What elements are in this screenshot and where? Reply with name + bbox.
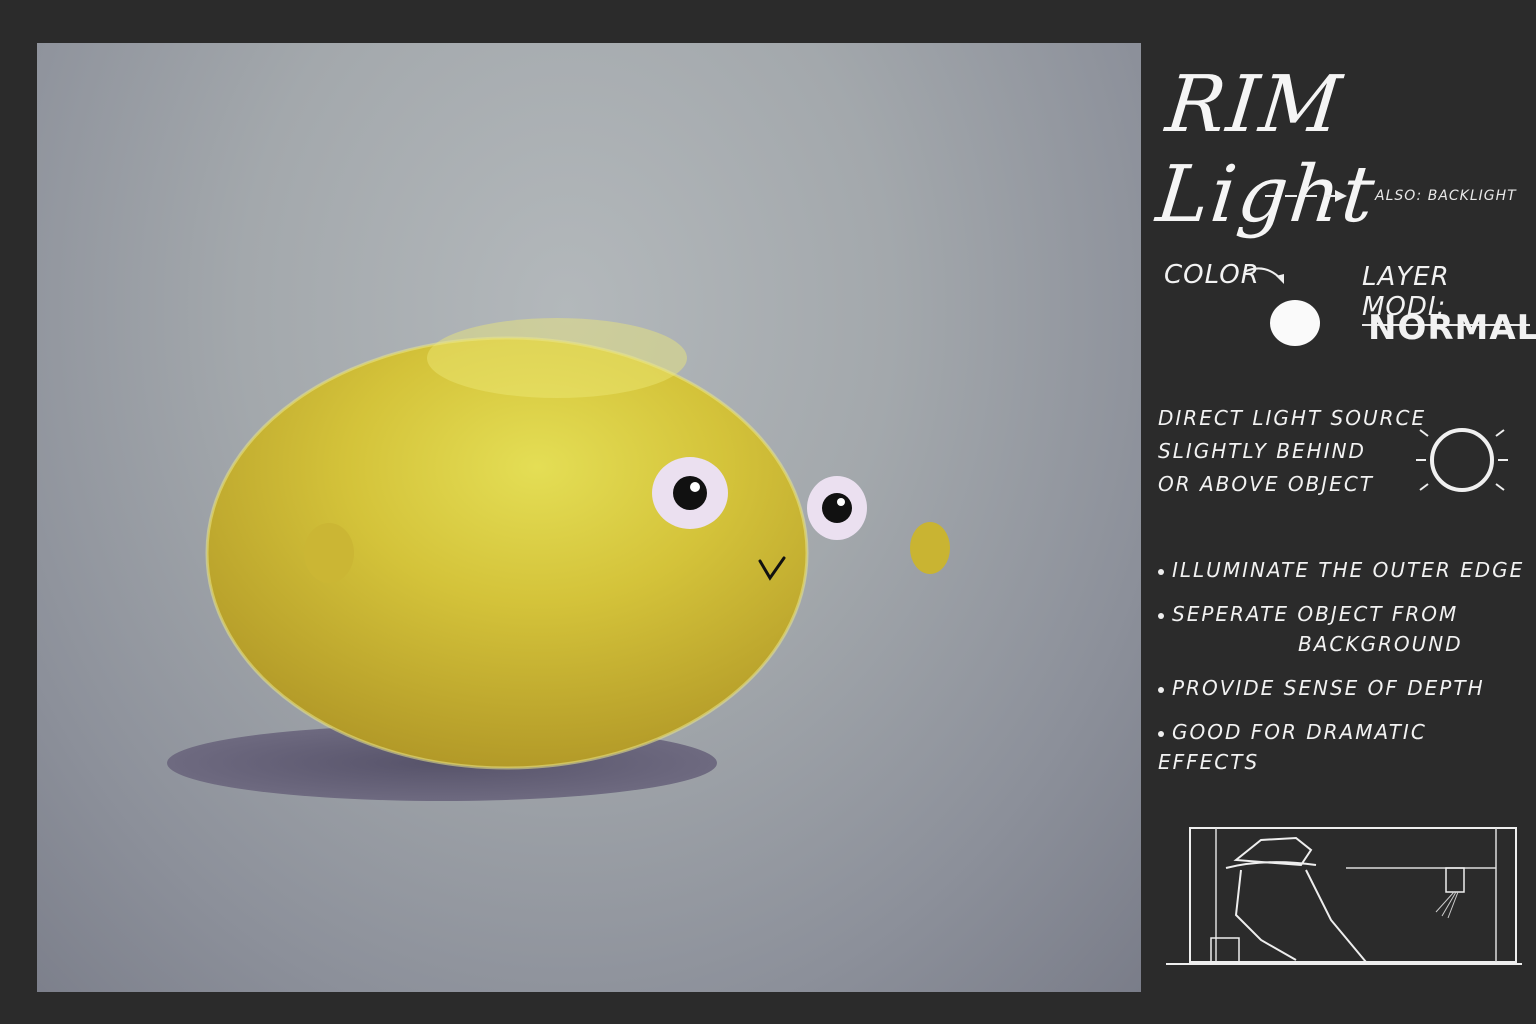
color-swatch (1270, 300, 1320, 346)
lemon-illustration (167, 318, 950, 801)
direct-light-text: DIRECT LIGHT SOURCE SLIGHTLY BEHIND OR A… (1158, 402, 1426, 501)
list-item: SEPERATE OBJECT FROM BACKGROUND (1158, 599, 1530, 659)
layer-mode-value: NORMAL (1368, 308, 1536, 348)
direct-light-line: OR ABOVE OBJECT (1158, 472, 1374, 496)
lemon-left-tip (304, 523, 354, 583)
bullet-list: ILLUMINATE THE OUTER EDGE SEPERATE OBJEC… (1158, 555, 1530, 791)
direct-light-line: SLIGHTLY BEHIND (1158, 439, 1366, 463)
direct-light-line: DIRECT LIGHT SOURCE (1158, 406, 1427, 430)
list-item: ILLUMINATE THE OUTER EDGE (1158, 555, 1530, 585)
light-source-icon (1416, 428, 1508, 492)
lemon-body (207, 338, 807, 768)
lemon-right-tip (910, 522, 950, 574)
dashed-arrow-icon (1265, 190, 1347, 202)
artwork-canvas (37, 43, 1141, 992)
curved-arrow-icon (1243, 267, 1284, 284)
subtitle: ALSO: BACKLIGHT (1375, 188, 1517, 204)
notes-panel: RIM Light ALSO: BACKLIGHT COLOR LAYER MO… (1150, 50, 1536, 990)
lemon-highlight (427, 318, 687, 398)
list-item: GOOD FOR DRAMATIC EFFECTS (1158, 720, 1427, 774)
list-item: PROVIDE SENSE OF DEPTH (1158, 673, 1530, 703)
page-title: RIM Light (1152, 60, 1381, 240)
left-eye-pupil (673, 476, 707, 510)
storyboard-sketch (1166, 827, 1522, 965)
right-eye-pupil (822, 493, 852, 523)
